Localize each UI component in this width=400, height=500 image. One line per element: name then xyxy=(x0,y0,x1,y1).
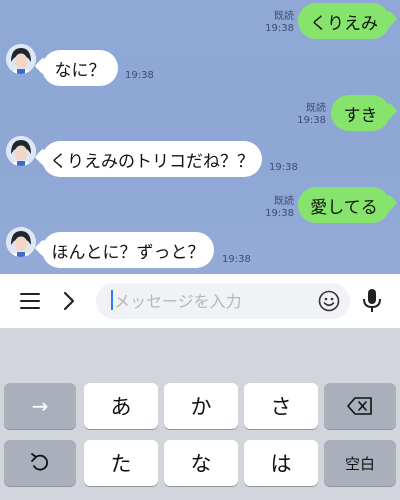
message-text: ほんとに？ずっと？ xyxy=(51,242,205,263)
space-key[interactable]: 空白 xyxy=(324,440,396,486)
avatar-icon xyxy=(6,227,36,257)
message-bubble-incoming[interactable]: なに？ xyxy=(42,50,118,86)
key-arrow-right[interactable]: → xyxy=(4,383,76,429)
key-ta[interactable]: た xyxy=(84,440,158,486)
avatar[interactable] xyxy=(6,44,36,74)
avatar-icon xyxy=(6,136,36,166)
key-ka[interactable]: か xyxy=(164,383,238,429)
menu-icon[interactable] xyxy=(20,292,40,310)
message-bubble-outgoing[interactable]: すき xyxy=(331,95,390,131)
message-text: なに？ xyxy=(54,60,106,81)
message-time: 19:38 xyxy=(269,162,298,173)
message-bubble-outgoing[interactable]: 愛してる xyxy=(298,187,390,223)
message-input[interactable] xyxy=(96,283,350,319)
text-caret xyxy=(111,290,113,310)
message-bubble-incoming[interactable]: くりえみのトリコだね？？ xyxy=(42,141,262,177)
message-text: すき xyxy=(343,105,378,126)
message-text: 愛してる xyxy=(310,197,378,218)
avatar[interactable] xyxy=(6,227,36,257)
read-receipt: 既読 19:38 xyxy=(265,196,294,219)
key-sa[interactable]: さ xyxy=(244,383,318,429)
undo-icon xyxy=(31,453,49,471)
read-receipt: 既読 19:38 xyxy=(297,103,326,126)
avatar[interactable] xyxy=(6,136,36,166)
undo-key[interactable] xyxy=(4,440,76,486)
message-bubble-incoming[interactable]: ほんとに？ずっと？ xyxy=(42,232,214,268)
key-ha[interactable]: は xyxy=(244,440,318,486)
chevron-right-icon[interactable] xyxy=(62,291,76,311)
keyboard: → あ か さ た な は 空白 xyxy=(0,328,400,500)
message-bubble-outgoing[interactable]: くりえみ xyxy=(298,3,390,39)
microphone-icon[interactable] xyxy=(362,288,382,314)
avatar-icon xyxy=(6,44,36,74)
chat-area: 既読 19:38 くりえみ なに？ 19:38 既読 19:38 すき くりえみ… xyxy=(0,0,400,274)
backspace-icon xyxy=(347,397,372,415)
message-time: 19:38 xyxy=(222,254,251,265)
message-text: くりえみ xyxy=(310,13,378,34)
backspace-key[interactable] xyxy=(324,383,396,429)
read-receipt: 既読 19:38 xyxy=(265,11,294,34)
key-a[interactable]: あ xyxy=(84,383,158,429)
message-text: くりえみのトリコだね？？ xyxy=(50,151,254,172)
key-na[interactable]: な xyxy=(164,440,238,486)
smile-icon[interactable] xyxy=(318,290,340,312)
message-time: 19:38 xyxy=(125,70,154,81)
